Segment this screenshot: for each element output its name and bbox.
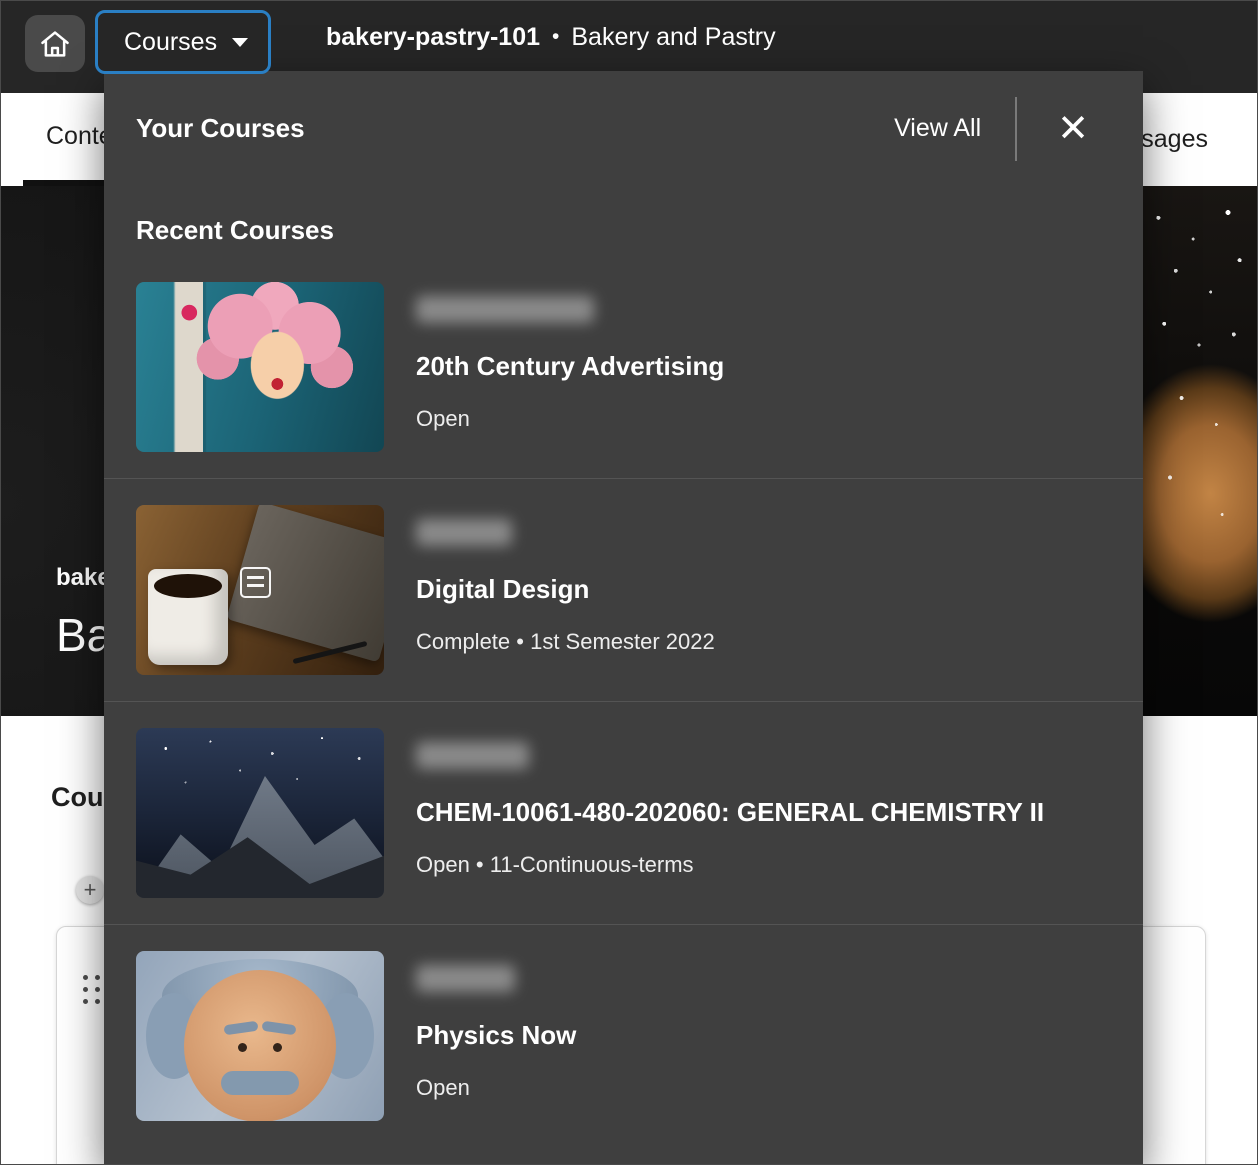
- app-window: Courses bakery-pastry-101 • Bakery and P…: [0, 0, 1258, 1165]
- hero-pastry-photo: [1141, 186, 1257, 716]
- breadcrumb-course-id: bakery-pastry-101: [326, 23, 540, 52]
- course-info: Physics Now Open: [416, 951, 576, 1101]
- courses-menu-button[interactable]: Courses: [95, 10, 271, 74]
- course-id-redacted: [416, 519, 512, 546]
- drag-handle-icon[interactable]: [83, 975, 100, 1004]
- panel-title: Your Courses: [136, 113, 894, 144]
- course-row[interactable]: Physics Now Open: [104, 924, 1143, 1147]
- close-button[interactable]: ✕: [1051, 110, 1095, 148]
- courses-dropdown-panel: Your Courses View All ✕ Recent Courses 2…: [104, 71, 1143, 1165]
- recent-courses-heading: Recent Courses: [136, 214, 1143, 246]
- course-thumbnail-einstein: [136, 951, 384, 1121]
- course-title[interactable]: CHEM-10061-480-202060: GENERAL CHEMISTRY…: [416, 797, 1044, 828]
- home-button[interactable]: [25, 15, 85, 72]
- add-content-button[interactable]: +: [76, 876, 104, 904]
- course-row[interactable]: Digital Design Complete • 1st Semester 2…: [104, 478, 1143, 701]
- course-info: CHEM-10061-480-202060: GENERAL CHEMISTRY…: [416, 728, 1044, 878]
- course-status: Open: [416, 406, 724, 432]
- course-thumbnail-coffee: [136, 505, 384, 675]
- course-status: Open • 11-Continuous-terms: [416, 852, 1044, 878]
- course-row[interactable]: 20th Century Advertising Open: [104, 256, 1143, 478]
- course-info: Digital Design Complete • 1st Semester 2…: [416, 505, 715, 655]
- chevron-down-icon: [232, 38, 248, 47]
- recent-courses-list: 20th Century Advertising Open Digital De…: [104, 256, 1143, 1147]
- course-title[interactable]: Digital Design: [416, 574, 715, 605]
- course-id-redacted: [416, 965, 515, 992]
- course-title[interactable]: 20th Century Advertising: [416, 351, 724, 382]
- breadcrumb-course-title: Bakery and Pastry: [571, 23, 775, 52]
- course-title[interactable]: Physics Now: [416, 1020, 576, 1051]
- course-status: Open: [416, 1075, 576, 1101]
- breadcrumb: bakery-pastry-101 • Bakery and Pastry: [326, 1, 776, 73]
- home-icon: [39, 29, 71, 59]
- course-thumbnail-advertising: [136, 282, 384, 452]
- course-info: 20th Century Advertising Open: [416, 282, 724, 432]
- view-all-link[interactable]: View All: [894, 114, 981, 143]
- course-thumbnail-mountain: [136, 728, 384, 898]
- panel-header: Your Courses View All ✕: [104, 71, 1143, 186]
- close-icon: ✕: [1057, 108, 1089, 150]
- header-divider: [1015, 97, 1017, 161]
- document-overlay-icon: [240, 567, 271, 598]
- course-id-redacted: [416, 296, 594, 323]
- breadcrumb-separator: •: [552, 25, 559, 49]
- course-status: Complete • 1st Semester 2022: [416, 629, 715, 655]
- courses-button-label: Courses: [124, 28, 217, 57]
- course-row[interactable]: CHEM-10061-480-202060: GENERAL CHEMISTRY…: [104, 701, 1143, 924]
- course-id-redacted: [416, 742, 529, 769]
